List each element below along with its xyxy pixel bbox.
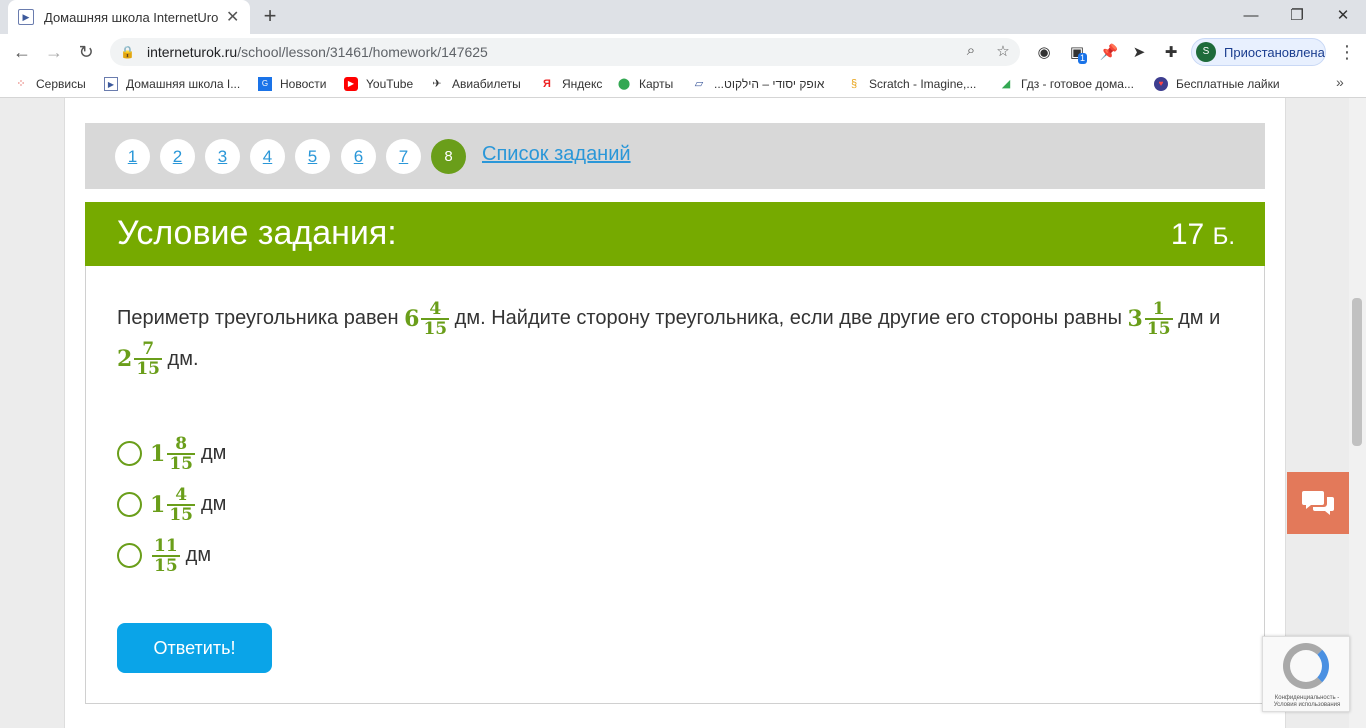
apps-grid-icon: ⁘ xyxy=(16,78,26,90)
question-button-5[interactable]: 5 xyxy=(295,139,330,174)
new-tab-button[interactable]: + xyxy=(258,4,282,28)
option-value: 11 15 xyxy=(152,535,180,576)
side2-value: 2 7 15 xyxy=(117,339,162,380)
gdz-icon: ◢ xyxy=(1001,78,1011,90)
scrollbar[interactable] xyxy=(1349,98,1366,728)
zoom-icon[interactable]: ⌕ xyxy=(960,42,982,62)
address-bar[interactable]: 🔒 interneturok.ru/school/lesson/31461/ho… xyxy=(110,38,1020,66)
chat-widget-button[interactable] xyxy=(1287,472,1349,534)
likes-icon: ♥ xyxy=(1154,77,1168,91)
profile-label: Приостановлена xyxy=(1224,44,1325,60)
task-panel: Условие задания: 17 Б. Периметр треуголь… xyxy=(85,202,1265,704)
side1-value: 3 1 15 xyxy=(1127,298,1173,339)
question-button-2[interactable]: 2 xyxy=(160,139,195,174)
submit-answer-button[interactable]: Ответить! xyxy=(117,623,272,673)
bookmark-flights[interactable]: ✈ Авиабилеты xyxy=(430,75,520,93)
plane-icon: ✈ xyxy=(432,78,442,90)
task-title: Условие задания: xyxy=(117,214,397,252)
ofek-icon: ▱ xyxy=(694,78,704,90)
answer-option-1[interactable]: 1 8 15 дм xyxy=(117,428,226,479)
recaptcha-icon xyxy=(1283,643,1329,689)
reload-icon[interactable]: ↻ xyxy=(74,40,98,64)
map-pin-icon: ⬤ xyxy=(617,78,631,90)
task-points: 17 Б. xyxy=(1170,218,1235,251)
recaptcha-text: Конфиденциальность - Условия использован… xyxy=(1273,695,1341,708)
youtube-icon: ▶ xyxy=(344,77,358,91)
question-button-4[interactable]: 4 xyxy=(250,139,285,174)
bookmarks-bar: ⁘ Сервисы ▶ Домашняя школа I... G Новости ▶… xyxy=(0,70,1366,98)
play-icon: ▶ xyxy=(104,77,118,91)
question-button-8-active[interactable]: 8 xyxy=(431,139,466,174)
tab-title: Домашняя школа InternetUrok.r xyxy=(44,9,218,25)
bookmark-yandex[interactable]: Я Яндекс xyxy=(540,75,602,93)
cursor-extension-icon[interactable]: ➤ xyxy=(1129,43,1149,63)
question-text: Периметр треугольника равен 6 4 15 дм. Най… xyxy=(117,298,1221,380)
extension-badge: 1 xyxy=(1078,53,1088,64)
back-arrow-icon[interactable]: ← xyxy=(10,40,34,64)
radio-button[interactable] xyxy=(117,492,142,517)
task-header: Условие задания: 17 Б. xyxy=(85,202,1265,266)
radio-button[interactable] xyxy=(117,441,142,466)
play-icon: ▶ xyxy=(18,9,34,25)
puzzle-icon[interactable]: ✚ xyxy=(1161,43,1181,63)
yandex-icon: Я xyxy=(543,78,551,90)
forward-arrow-icon[interactable]: → xyxy=(42,40,66,64)
news-icon: G xyxy=(258,77,272,91)
task-list-link[interactable]: Список заданий xyxy=(482,143,631,166)
scroll-thumb[interactable] xyxy=(1352,298,1362,446)
restore-icon[interactable]: ❐ xyxy=(1274,0,1320,34)
bookmark-gdz[interactable]: ◢ Гдз - готовое дома... xyxy=(999,75,1134,93)
url-text: interneturok.ru/school/lesson/31461/home… xyxy=(146,44,488,60)
question-button-6[interactable]: 6 xyxy=(341,139,376,174)
star-icon[interactable]: ☆ xyxy=(992,42,1014,62)
question-button-1[interactable]: 1 xyxy=(115,139,150,174)
minimize-icon[interactable]: — xyxy=(1228,0,1274,34)
answer-option-2[interactable]: 1 4 15 дм xyxy=(117,479,226,530)
question-button-3[interactable]: 3 xyxy=(205,139,240,174)
window-close-icon[interactable]: ✕ xyxy=(1320,0,1366,34)
bookmark-news[interactable]: G Новости xyxy=(258,75,326,93)
vpn-extension-icon[interactable]: ◉ xyxy=(1034,43,1054,63)
browser-tab[interactable]: ▶ Домашняя школа InternetUrok.r ✕ xyxy=(8,0,250,34)
question-nav: 1 2 3 4 5 6 7 8 Список заданий xyxy=(85,123,1265,189)
recaptcha-badge[interactable]: Конфиденциальность - Условия использован… xyxy=(1262,636,1350,712)
tab-strip: ▶ Домашняя школа InternetUrok.r ✕ + — ❐ … xyxy=(0,0,1366,34)
bookmark-scratch[interactable]: § Scratch - Imagine,... xyxy=(847,75,976,93)
kebab-menu-icon[interactable]: ⋮ xyxy=(1338,42,1356,63)
bookmark-services[interactable]: ⁘ Сервисы xyxy=(14,75,85,93)
option-value: 1 8 15 xyxy=(150,433,195,474)
avatar: S xyxy=(1196,42,1216,62)
bookmark-likes[interactable]: ♥ Бесплатные лайки xyxy=(1154,75,1280,93)
perimeter-value: 6 4 15 xyxy=(404,298,450,339)
box-extension-icon[interactable]: ▣ 1 xyxy=(1067,43,1088,64)
bookmark-youtube[interactable]: ▶ YouTube xyxy=(344,75,413,93)
close-icon[interactable]: ✕ xyxy=(226,7,239,27)
browser-toolbar: ← → ↻ 🔒 interneturok.ru/school/lesson/31… xyxy=(0,34,1366,70)
bookmark-ofek[interactable]: ▱ ...אופק יסודי – הילקוט xyxy=(692,75,825,93)
chat-bubbles-icon xyxy=(1302,491,1334,515)
answer-option-3[interactable]: 11 15 дм xyxy=(117,530,226,581)
option-value: 1 4 15 xyxy=(150,484,195,525)
radio-button[interactable] xyxy=(117,543,142,568)
more-bookmarks-icon[interactable]: » xyxy=(1336,74,1344,90)
question-button-7[interactable]: 7 xyxy=(386,139,421,174)
bookmark-maps[interactable]: ⬤ Карты xyxy=(617,75,673,93)
lock-icon: 🔒 xyxy=(120,45,135,59)
profile-button[interactable]: S Приостановлена xyxy=(1191,38,1326,66)
answer-options: 1 8 15 дм 1 4 15 дм 11 15 дм xyxy=(117,428,226,581)
bookmark-interneturok[interactable]: ▶ Домашняя школа I... xyxy=(104,75,240,93)
pin-extension-icon[interactable]: 📌 xyxy=(1099,43,1119,63)
scratch-icon: § xyxy=(850,78,858,90)
